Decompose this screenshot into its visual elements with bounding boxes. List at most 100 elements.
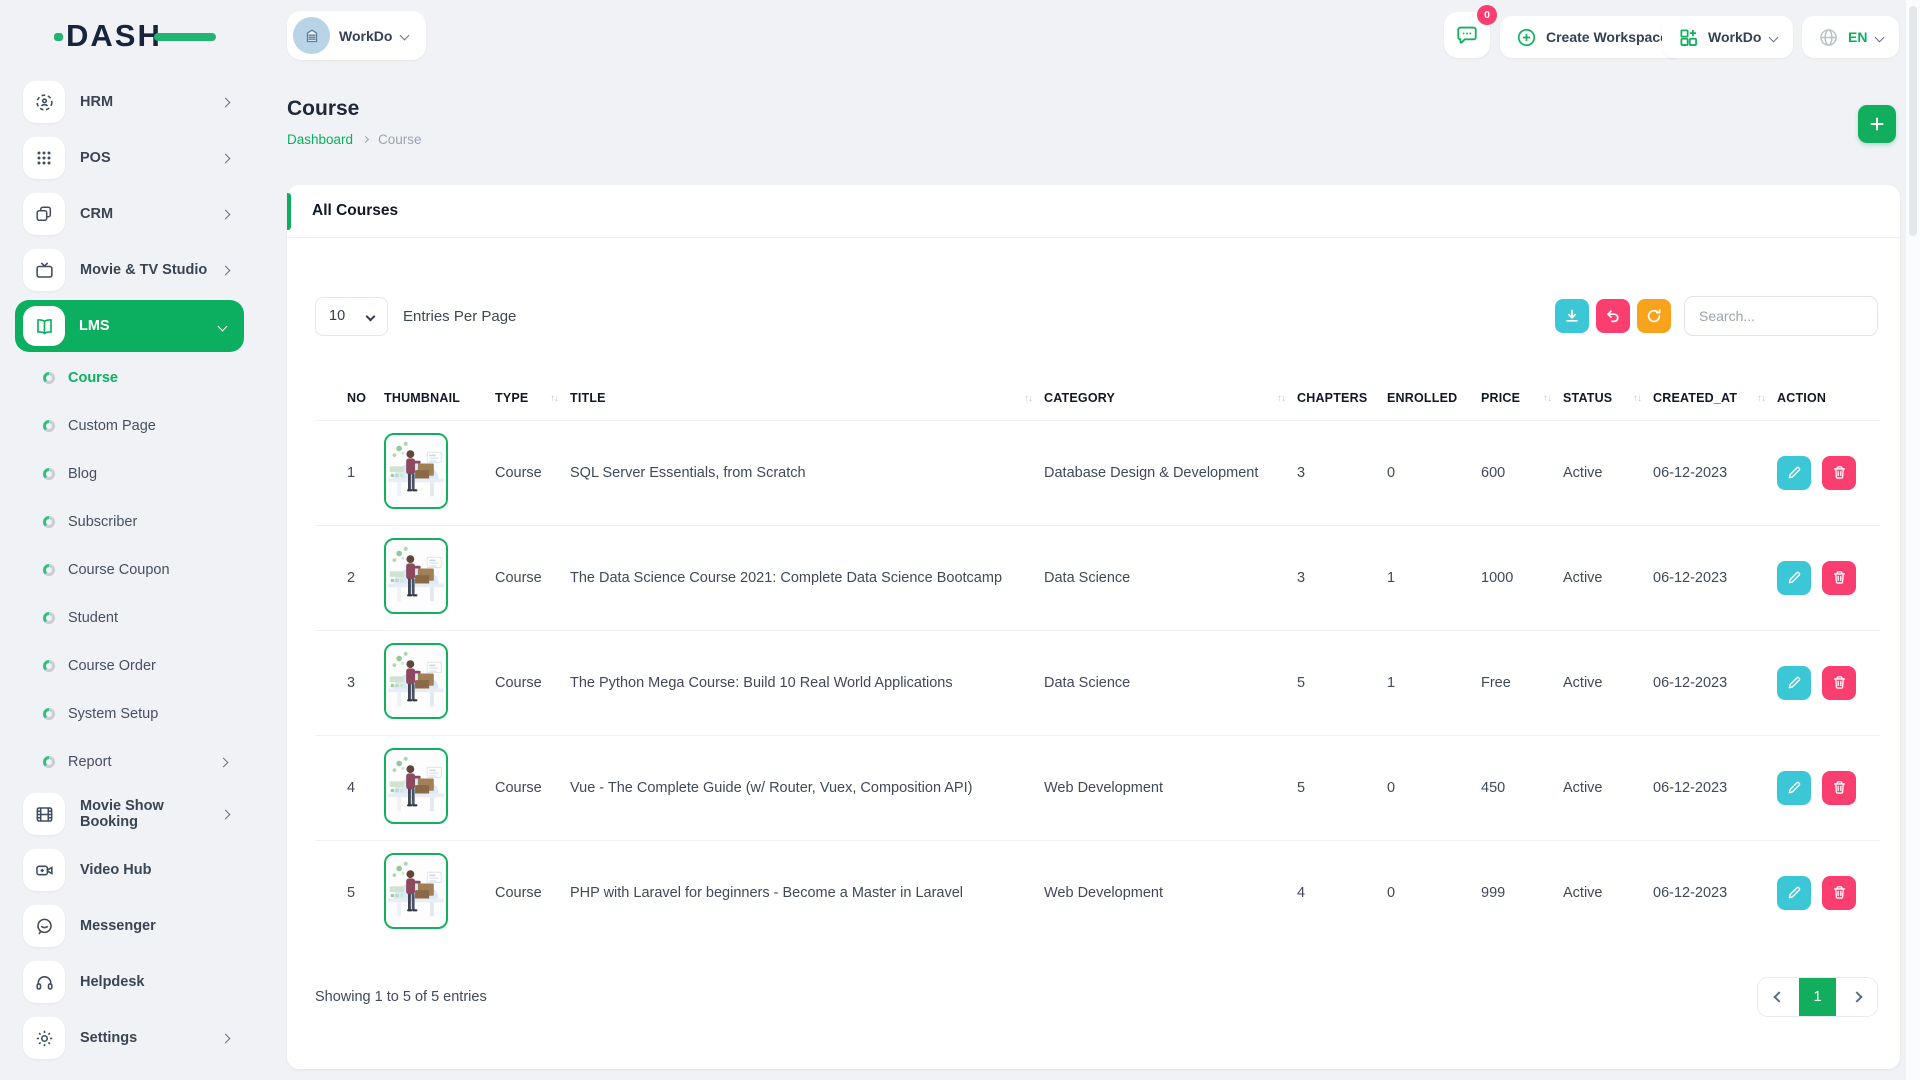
bullet-icon xyxy=(43,468,55,480)
sidebar-subitem-custom-page[interactable]: Custom Page xyxy=(0,402,259,450)
refresh-button[interactable] xyxy=(1637,299,1671,333)
column-price[interactable]: PRICE↑↓ xyxy=(1481,377,1563,420)
sidebar-item-video-hub[interactable]: Video Hub xyxy=(0,842,259,898)
table-toolbar: 10 Entries Per Page xyxy=(315,295,1878,337)
sidebar-subitem-subscriber[interactable]: Subscriber xyxy=(0,498,259,546)
edit-button[interactable] xyxy=(1777,771,1811,805)
sidebar-item-label: Settings xyxy=(80,1030,222,1046)
page-scrollbar[interactable] xyxy=(1906,0,1920,1080)
delete-button[interactable] xyxy=(1822,771,1856,805)
breadcrumb-current: Course xyxy=(378,132,422,147)
course-status: Active xyxy=(1563,630,1653,735)
column-title[interactable]: TITLE↑↓ xyxy=(570,377,1044,420)
breadcrumb-dashboard-link[interactable]: Dashboard xyxy=(287,132,353,147)
language-selector[interactable]: EN xyxy=(1802,16,1899,58)
app-logo[interactable]: DASH xyxy=(66,18,206,54)
course-thumbnail[interactable] xyxy=(384,748,448,824)
sort-icon[interactable]: ↑↓ xyxy=(550,393,558,404)
course-created-at: 06-12-2023 xyxy=(1653,630,1777,735)
edit-button[interactable] xyxy=(1777,876,1811,910)
sidebar-subitem-blog[interactable]: Blog xyxy=(0,450,259,498)
column-created-at[interactable]: CREATED_AT↑↓ xyxy=(1653,377,1777,420)
chevron-right-icon xyxy=(221,265,231,275)
courses-table-wrap: NO THUMBNAIL TYPE↑↓ TITLE↑↓ CATEGORY↑↓ C… xyxy=(315,377,1878,945)
sidebar-subitem-student[interactable]: Student xyxy=(0,594,259,642)
course-enrolled: 0 xyxy=(1387,840,1481,945)
page-number-current[interactable]: 1 xyxy=(1799,978,1836,1016)
add-course-button[interactable] xyxy=(1858,105,1896,143)
entries-select[interactable]: 10 xyxy=(315,297,388,336)
sidebar-item-hrm[interactable]: HRM xyxy=(0,74,259,130)
search-input[interactable] xyxy=(1684,296,1878,336)
delete-button[interactable] xyxy=(1822,456,1856,490)
breadcrumb: Dashboard Course xyxy=(287,132,422,147)
sidebar-item-movie-show-booking[interactable]: Movie Show Booking xyxy=(0,786,259,842)
chevron-left-icon xyxy=(1773,991,1784,1002)
table-row: 3 xyxy=(315,630,1880,735)
course-chapters: 3 xyxy=(1297,525,1387,630)
create-workspace-button[interactable]: Create Workspace xyxy=(1500,16,1684,58)
edit-button[interactable] xyxy=(1777,561,1811,595)
course-type: Course xyxy=(495,630,570,735)
sidebar-item-label: CRM xyxy=(80,206,222,222)
export-button[interactable] xyxy=(1555,299,1589,333)
sidebar-subitem-report[interactable]: Report xyxy=(0,738,259,786)
sidebar-item-label: HRM xyxy=(80,94,222,110)
reset-button[interactable] xyxy=(1596,299,1630,333)
sidebar-subitem-course[interactable]: Course xyxy=(0,354,259,402)
sort-icon[interactable]: ↑↓ xyxy=(1757,393,1765,404)
column-category[interactable]: CATEGORY↑↓ xyxy=(1044,377,1297,420)
chevron-right-icon xyxy=(219,757,229,767)
sidebar-item-lms[interactable]: LMS xyxy=(15,300,244,352)
column-status[interactable]: STATUS↑↓ xyxy=(1563,377,1653,420)
row-number: 3 xyxy=(315,630,384,735)
delete-button[interactable] xyxy=(1822,876,1856,910)
sidebar-item-label: Helpdesk xyxy=(80,974,259,990)
chat-doodle-icon xyxy=(23,905,65,947)
course-thumbnail[interactable] xyxy=(384,643,448,719)
edit-button[interactable] xyxy=(1777,456,1811,490)
delete-button[interactable] xyxy=(1822,561,1856,595)
edit-button[interactable] xyxy=(1777,666,1811,700)
sidebar-item-label: Movie Show Booking xyxy=(80,798,222,830)
sidebar-item-crm[interactable]: CRM xyxy=(0,186,259,242)
chat-button[interactable]: 0 xyxy=(1444,12,1490,58)
sidebar-item-messenger[interactable]: Messenger xyxy=(0,898,259,954)
sidebar-item-settings[interactable]: Settings xyxy=(0,1010,259,1066)
course-price: 1000 xyxy=(1481,525,1563,630)
sort-icon[interactable]: ↑↓ xyxy=(1633,393,1641,404)
sidebar: HRM POS CRM Movie & TV Stu xyxy=(0,74,259,1080)
sidebar-item-movie-tv-studio[interactable]: Movie & TV Studio xyxy=(0,242,259,298)
table-row: 1 xyxy=(315,420,1880,525)
sidebar-item-label: Movie & TV Studio xyxy=(80,262,222,278)
scrollbar-thumb[interactable] xyxy=(1909,6,1917,236)
pencil-icon xyxy=(1787,780,1802,795)
column-type[interactable]: TYPE↑↓ xyxy=(495,377,570,420)
bullet-icon xyxy=(43,564,55,576)
sidebar-subitem-label: Report xyxy=(68,754,220,770)
sidebar-subitem-label: Custom Page xyxy=(68,418,259,434)
sort-icon[interactable]: ↑↓ xyxy=(1277,393,1285,404)
course-thumbnail[interactable] xyxy=(384,433,448,509)
sidebar-item-helpdesk[interactable]: Helpdesk xyxy=(0,954,259,1010)
previous-page-button[interactable] xyxy=(1758,978,1799,1016)
sidebar-subitem-system-setup[interactable]: System Setup xyxy=(0,690,259,738)
course-thumbnail[interactable] xyxy=(384,538,448,614)
chevron-right-icon xyxy=(362,136,369,143)
course-category: Web Development xyxy=(1044,840,1297,945)
next-page-button[interactable] xyxy=(1836,978,1877,1016)
bullet-icon xyxy=(43,612,55,624)
sidebar-subitem-course-coupon[interactable]: Course Coupon xyxy=(0,546,259,594)
current-workspace-pill[interactable]: WorkDo xyxy=(287,11,426,60)
sidebar-subitem-course-order[interactable]: Course Order xyxy=(0,642,259,690)
delete-button[interactable] xyxy=(1822,666,1856,700)
undo-icon xyxy=(1605,308,1621,324)
sidebar-item-pos[interactable]: POS xyxy=(0,130,259,186)
sort-icon[interactable]: ↑↓ xyxy=(1024,393,1032,404)
course-thumbnail[interactable] xyxy=(384,853,448,929)
sort-icon[interactable]: ↑↓ xyxy=(1543,393,1551,404)
bullet-icon xyxy=(43,372,55,384)
workspace-switcher[interactable]: WorkDo xyxy=(1662,16,1793,58)
card-accent-bar xyxy=(287,193,291,230)
headset-icon xyxy=(23,961,65,1003)
